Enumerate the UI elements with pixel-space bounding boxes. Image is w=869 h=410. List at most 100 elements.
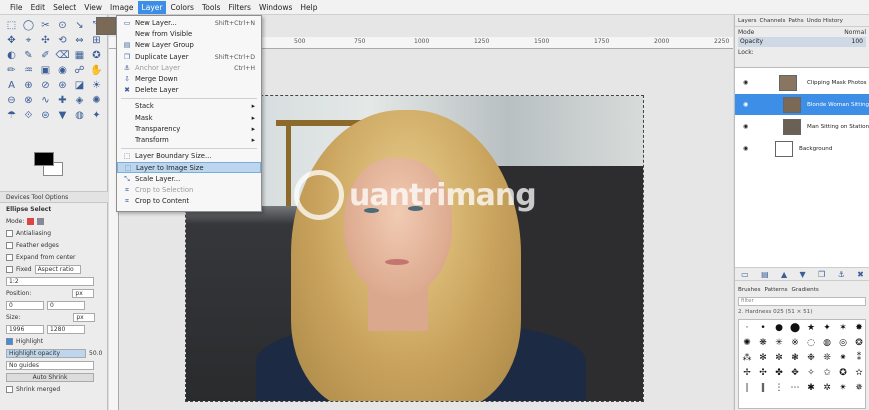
- raise-layer-icon[interactable]: ▲: [781, 270, 787, 279]
- lower-layer-icon[interactable]: ▼: [800, 270, 806, 279]
- new-group-button-icon[interactable]: ▤: [761, 270, 769, 279]
- tool-37-icon[interactable]: ☂: [4, 109, 19, 122]
- brush-15-icon[interactable]: ◎: [835, 335, 851, 350]
- tool-38-icon[interactable]: ⟐: [21, 109, 36, 122]
- tool-22-icon[interactable]: ◉: [55, 64, 70, 77]
- tool-27-icon[interactable]: ⊘: [38, 79, 53, 92]
- menu-item-stack[interactable]: Stack ▸: [117, 101, 261, 112]
- menu-edit[interactable]: Edit: [27, 1, 50, 14]
- duplicate-layer-icon[interactable]: ❐: [818, 270, 825, 279]
- tool-39-icon[interactable]: ⊜: [38, 109, 53, 122]
- menu-windows[interactable]: Windows: [255, 1, 296, 14]
- brush-8-icon[interactable]: ✸: [851, 320, 867, 335]
- layer-row[interactable]: ◉ Man Sitting on Station: [735, 116, 869, 137]
- size-w-field[interactable]: 1996: [6, 324, 44, 334]
- tool-34-icon[interactable]: ✚: [55, 94, 70, 107]
- tool-17-icon[interactable]: ▦: [72, 49, 87, 62]
- tool-21-icon[interactable]: ▣: [38, 64, 53, 77]
- menu-item-new-layer-group[interactable]: ▤ New Layer Group: [117, 40, 261, 51]
- brush-30-icon[interactable]: ✩: [819, 365, 835, 380]
- lock-row[interactable]: Lock:: [735, 47, 869, 57]
- visibility-eye-icon[interactable]: ◉: [743, 101, 748, 108]
- brush-2-icon[interactable]: •: [755, 320, 771, 335]
- color-swatches[interactable]: [34, 152, 64, 182]
- menu-item-crop-to-selection[interactable]: ⌗ Crop to Selection: [117, 185, 261, 196]
- tool-42-icon[interactable]: ✦: [89, 109, 104, 122]
- menu-item-crop-to-content[interactable]: ⌗ Crop to Content: [117, 196, 261, 207]
- tool-7-icon[interactable]: ✥: [4, 34, 19, 47]
- menu-item-new-layer[interactable]: ▭ New Layer... Shift+Ctrl+N: [117, 18, 261, 29]
- tool-20-icon[interactable]: ♒: [21, 64, 36, 77]
- dock-tab-undo-history[interactable]: Undo History: [807, 18, 843, 24]
- brush-grid[interactable]: · • ● ⬤ ★ ✦ ✶ ✸ ✺ ❋ ✳ ※ ◌ ◍ ◎ ❂ ⁂ ✻ ✼ ❃ ❉ ❊ ⁕ ⁑ ✢ ✣ ✤ ✥ ✧ ✩ ✪ ✫ | ‖ ⋮ ⋯ ✱ ✲ ✴ ✵: [738, 319, 866, 409]
- tool-11-icon[interactable]: ⇔: [72, 34, 87, 47]
- tab-gradients[interactable]: Gradients: [792, 287, 819, 293]
- brush-5-icon[interactable]: ★: [803, 320, 819, 335]
- foreground-color-swatch[interactable]: [34, 152, 54, 166]
- brush-10-icon[interactable]: ❋: [755, 335, 771, 350]
- tool-14-icon[interactable]: ✎: [21, 49, 36, 62]
- brush-37-icon[interactable]: ✱: [803, 380, 819, 395]
- delete-layer-icon[interactable]: ✖: [857, 270, 864, 279]
- mode-row[interactable]: Mode Normal: [735, 27, 869, 37]
- menu-select[interactable]: Select: [49, 1, 80, 14]
- brush-35-icon[interactable]: ⋮: [771, 380, 787, 395]
- menu-item-duplicate-layer[interactable]: ❐ Duplicate Layer Shift+Ctrl+D: [117, 52, 261, 63]
- tool-3-icon[interactable]: ✂: [38, 19, 53, 32]
- expand-checkbox[interactable]: [6, 253, 13, 261]
- brush-16-icon[interactable]: ❂: [851, 335, 867, 350]
- position-x-field[interactable]: 0: [6, 300, 44, 310]
- tab-patterns[interactable]: Patterns: [765, 287, 788, 293]
- tool-15-icon[interactable]: ✐: [38, 49, 53, 62]
- menu-item-delete-layer[interactable]: ✖ Delete Layer: [117, 85, 261, 96]
- position-unit[interactable]: px: [72, 288, 95, 298]
- visibility-eye-icon[interactable]: ◉: [743, 79, 748, 86]
- tool-32-icon[interactable]: ⊗: [21, 94, 36, 107]
- brush-27-icon[interactable]: ✤: [771, 365, 787, 380]
- menu-item-layer-boundary-size[interactable]: ⬚ Layer Boundary Size...: [117, 151, 261, 162]
- tool-30-icon[interactable]: ☀: [89, 79, 104, 92]
- brush-filter-input[interactable]: filter: [738, 297, 866, 306]
- tool-28-icon[interactable]: ⊛: [55, 79, 70, 92]
- brush-9-icon[interactable]: ✺: [739, 335, 755, 350]
- guides-select[interactable]: No guides: [6, 360, 94, 370]
- opacity-slider[interactable]: Opacity 100: [738, 37, 866, 47]
- brush-33-icon[interactable]: |: [739, 380, 755, 395]
- menu-item-transform[interactable]: Transform ▸: [117, 135, 261, 146]
- tool-9-icon[interactable]: ✣: [38, 34, 53, 47]
- tool-5-icon[interactable]: ↘: [72, 19, 87, 32]
- brush-34-icon[interactable]: ‖: [755, 380, 771, 395]
- menu-help[interactable]: Help: [296, 1, 321, 14]
- highlight-checkbox[interactable]: [6, 337, 13, 345]
- brush-21-icon[interactable]: ❉: [803, 350, 819, 365]
- brush-28-icon[interactable]: ✥: [787, 365, 803, 380]
- menu-layer[interactable]: Layer: [137, 0, 167, 14]
- mode-add-icon[interactable]: [37, 217, 45, 225]
- tool-35-icon[interactable]: ◈: [72, 94, 87, 107]
- brush-36-icon[interactable]: ⋯: [787, 380, 803, 395]
- layer-row[interactable]: ◉ Blonde Woman Sitting: [735, 94, 869, 115]
- layer-row[interactable]: ◉ Clipping Mask Photos: [735, 72, 869, 93]
- brush-26-icon[interactable]: ✣: [755, 365, 771, 380]
- menu-item-anchor-layer[interactable]: ⚓ Anchor Layer Ctrl+H: [117, 63, 261, 74]
- brush-13-icon[interactable]: ◌: [803, 335, 819, 350]
- menu-item-merge-down[interactable]: ⇩ Merge Down: [117, 74, 261, 85]
- tool-13-icon[interactable]: ◐: [4, 49, 19, 62]
- brush-11-icon[interactable]: ✳: [771, 335, 787, 350]
- brush-31-icon[interactable]: ✪: [835, 365, 851, 380]
- position-y-field[interactable]: 0: [47, 300, 85, 310]
- dock-tab-layers[interactable]: Layers: [738, 18, 757, 24]
- tool-16-icon[interactable]: ⌫: [55, 49, 70, 62]
- tool-25-icon[interactable]: A: [4, 79, 19, 92]
- visibility-eye-icon[interactable]: ◉: [743, 145, 748, 152]
- menu-item-new-from-visible[interactable]: New from Visible: [117, 29, 261, 40]
- tool-4-icon[interactable]: ⊙: [55, 19, 70, 32]
- menu-item-mask[interactable]: Mask ▸: [117, 113, 261, 124]
- tool-2-icon[interactable]: ◯: [21, 19, 36, 32]
- brush-23-icon[interactable]: ⁕: [835, 350, 851, 365]
- auto-shrink-button[interactable]: Auto Shrink: [6, 372, 94, 382]
- menu-item-transparency[interactable]: Transparency ▸: [117, 124, 261, 135]
- menu-view[interactable]: View: [80, 1, 106, 14]
- menu-image[interactable]: Image: [106, 1, 138, 14]
- size-unit[interactable]: px: [73, 312, 96, 322]
